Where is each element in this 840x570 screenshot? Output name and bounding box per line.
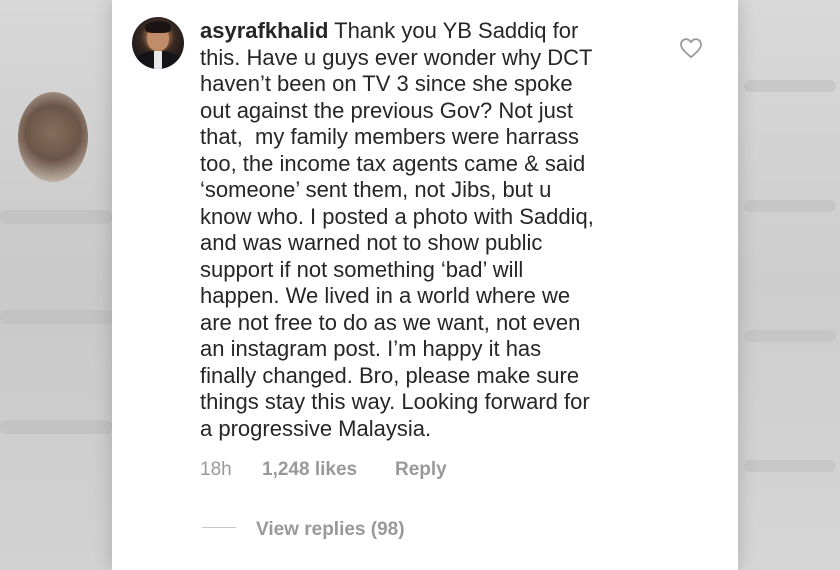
- comment-line: too, the income tax agents came & said: [200, 150, 586, 176]
- view-replies-button[interactable]: View replies (98): [202, 519, 405, 541]
- comment-line: ‘someone’ sent them, not Jibs, but u: [200, 177, 552, 202]
- blurred-background-left: [0, 0, 112, 570]
- blurred-background-streak: [0, 420, 112, 434]
- comment-line: happen. We lived in a world where we: [200, 283, 571, 308]
- comment-line: asyrafkhalid Thank you YB Saddiq for: [200, 18, 650, 45]
- comment-line: finally changed. Bro, please make sure: [200, 362, 580, 388]
- comment-line: out against the previous Gov? Not just: [200, 97, 573, 123]
- comment-meta: 18h 1,248 likes Reply: [200, 459, 447, 481]
- comment-line: a progressive Malaysia.: [200, 415, 432, 441]
- avatar-hair: [145, 21, 171, 33]
- comment-line: and was warned not to show public: [200, 230, 543, 255]
- comment-line: this. Have u guys ever wonder why DCT: [200, 44, 593, 70]
- comment-line: are not free to do as we want, not even: [200, 309, 581, 335]
- likes-count[interactable]: 1,248 likes: [262, 459, 395, 481]
- comment-line: that, my family members were harrass: [200, 124, 579, 149]
- blurred-background-right: [738, 0, 840, 570]
- comment-timestamp: 18h: [200, 459, 232, 480]
- blurred-background-streak: [744, 200, 836, 212]
- replies-divider: [202, 527, 236, 529]
- username-link[interactable]: asyrafkhalid: [200, 18, 328, 43]
- comment-line: support if not something ‘bad’ will: [200, 256, 524, 282]
- comment-text: asyrafkhalid Thank you YB Saddiq for thi…: [200, 18, 650, 442]
- blurred-background-streak: [744, 460, 836, 472]
- reply-button[interactable]: Reply: [395, 459, 447, 481]
- comment-line: an instagram post. I’m happy it has: [200, 336, 542, 361]
- user-avatar[interactable]: [132, 17, 184, 69]
- blurred-background-streak: [0, 210, 112, 224]
- blurred-background-streak: [0, 310, 112, 324]
- comment-line: haven’t been on TV 3 since she spoke: [200, 71, 573, 96]
- blurred-background-streak: [744, 80, 836, 92]
- avatar-shirt: [154, 51, 162, 69]
- comment-line-text: Thank you YB Saddiq for: [334, 18, 579, 43]
- comment-line: know who. I posted a photo with Saddiq,: [200, 203, 594, 229]
- blurred-background-streak: [744, 330, 836, 342]
- blurred-background-shape: [18, 92, 88, 182]
- comment-card: asyrafkhalid Thank you YB Saddiq for thi…: [112, 0, 738, 570]
- view-replies-label[interactable]: View replies (98): [256, 519, 405, 540]
- comment-line: things stay this way. Looking forward fo…: [200, 389, 590, 414]
- heart-outline-icon[interactable]: [679, 37, 703, 59]
